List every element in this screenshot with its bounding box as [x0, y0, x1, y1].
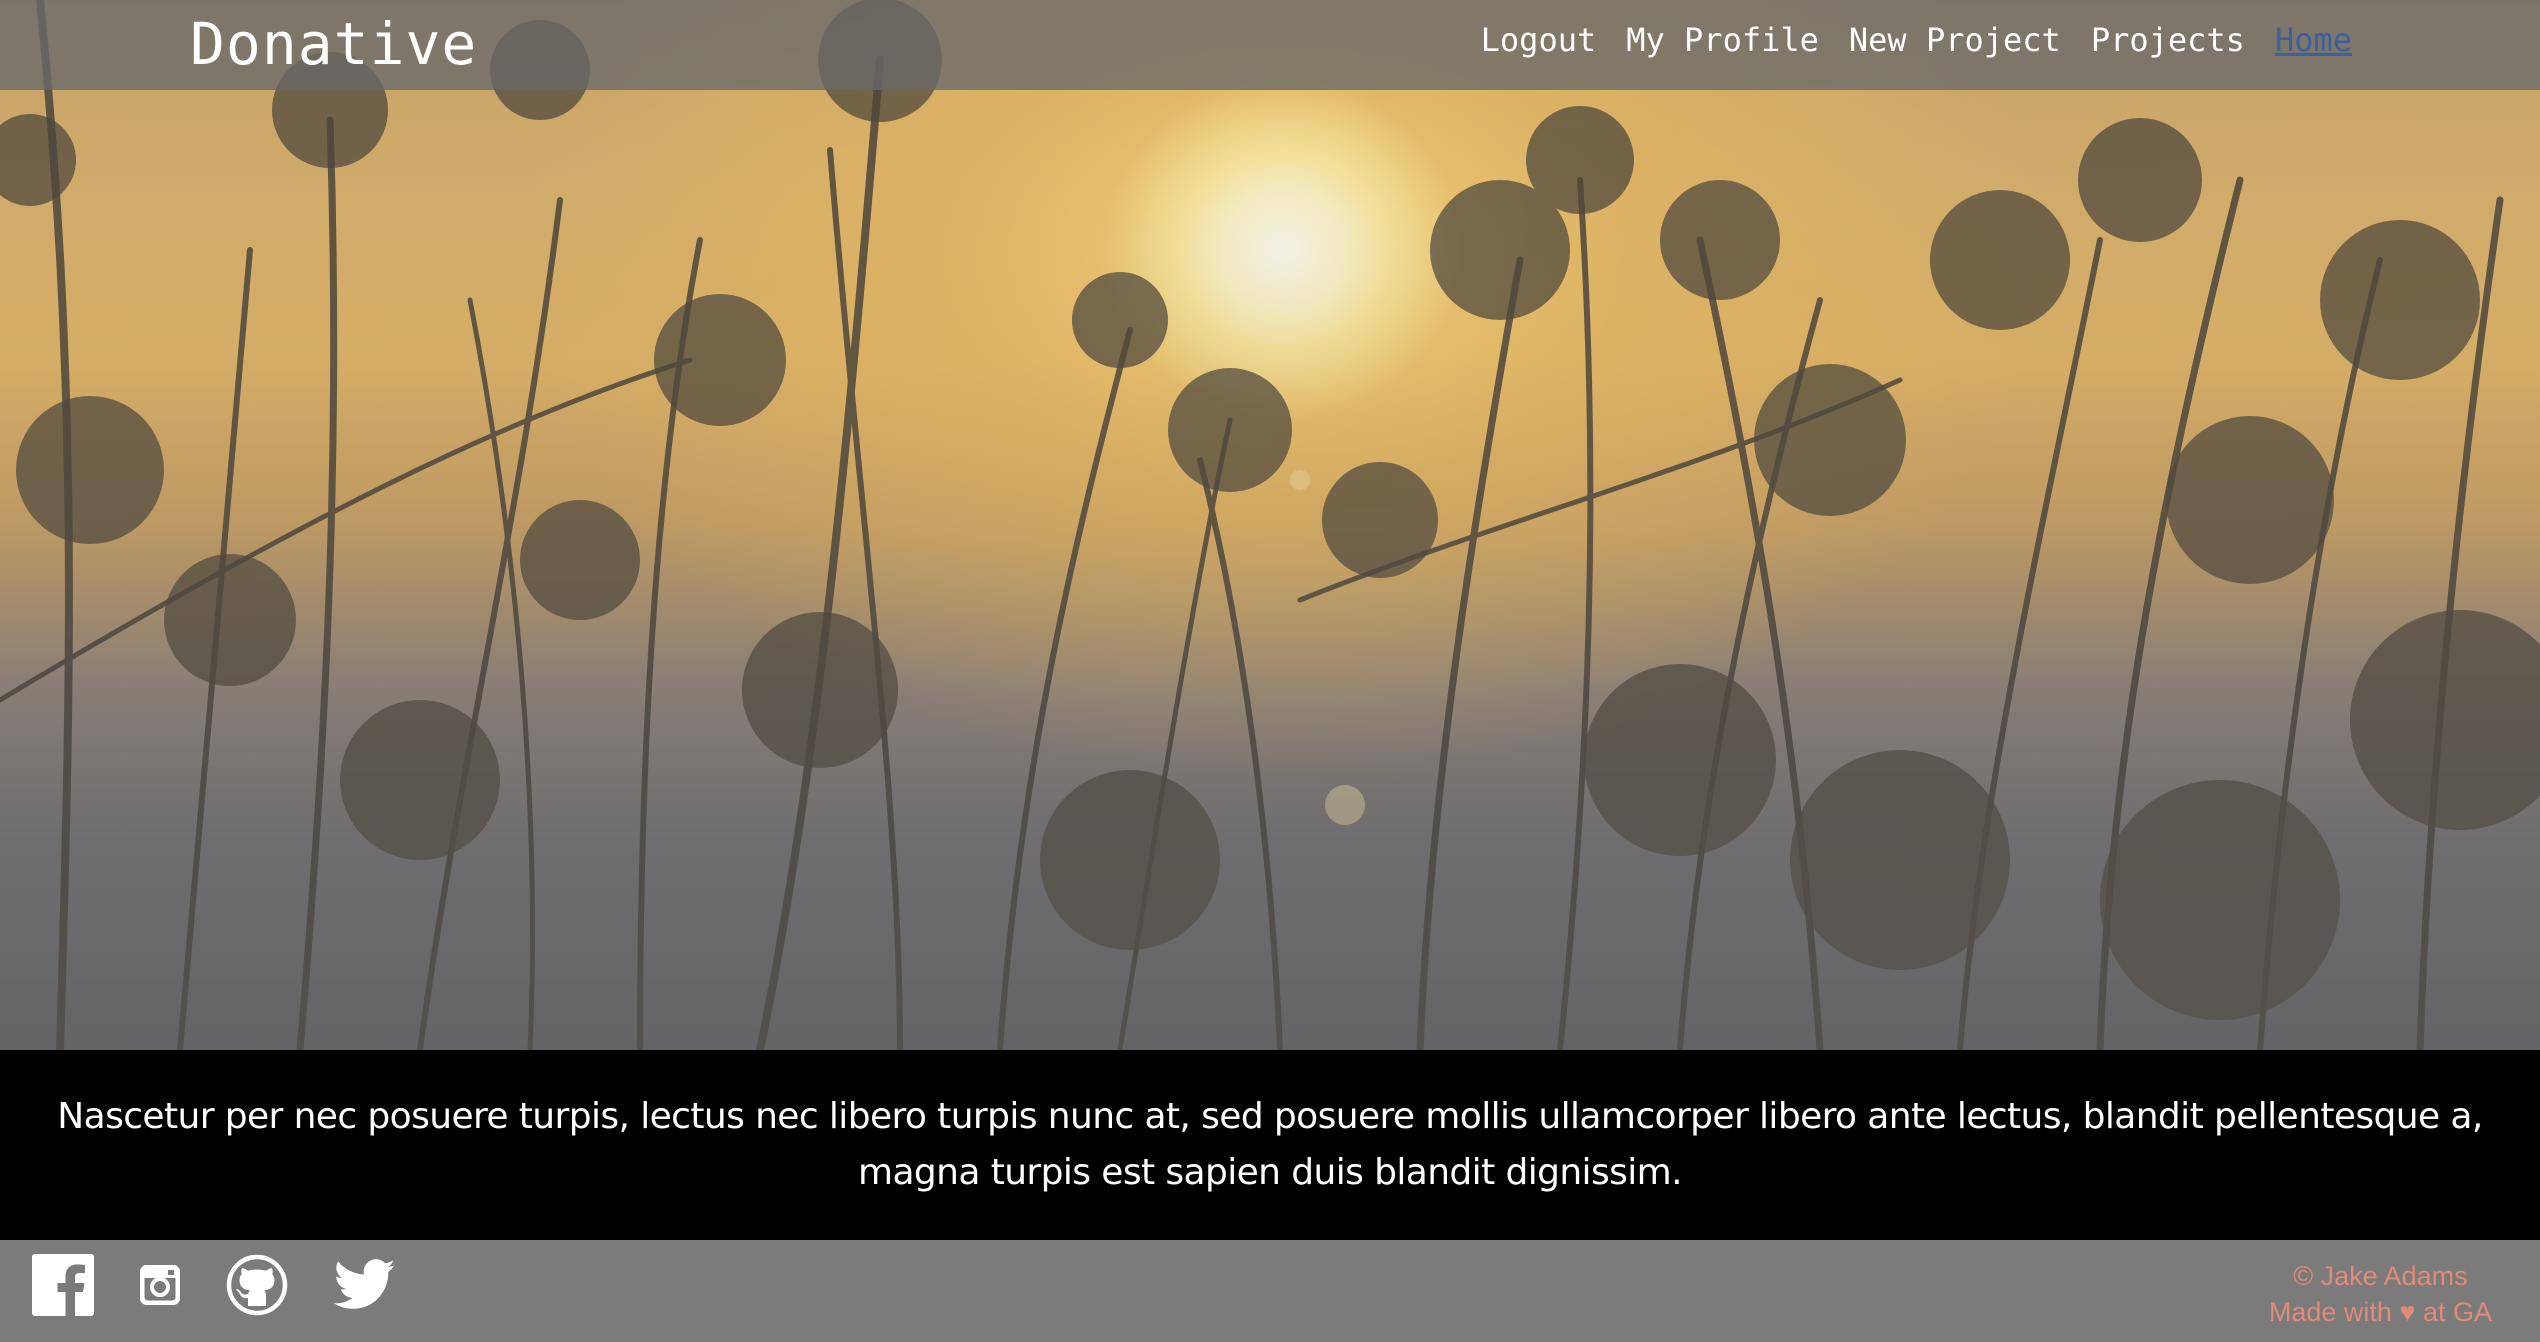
twitter-icon [334, 1259, 395, 1309]
made-with-text: Made with ♥ at GA [2268, 1297, 2492, 1327]
instagram-icon [140, 1265, 180, 1305]
social-links [32, 1254, 396, 1316]
hero-background-image [0, 0, 2540, 1050]
github-link[interactable] [226, 1254, 288, 1316]
hero-overlay [0, 0, 2540, 1050]
copyright-text: © Jake Adams [2293, 1261, 2468, 1291]
tagline-band: Nascetur per nec posuere turpis, lectus … [0, 1050, 2540, 1240]
twitter-link[interactable] [334, 1259, 396, 1311]
github-icon [226, 1254, 288, 1316]
footer: © Jake Adams Made with ♥ at GA [0, 1240, 2540, 1342]
navbar: Donative Logout My Profile New Project P… [0, 0, 2540, 90]
brand-logo-link[interactable]: Donative [190, 10, 477, 78]
nav-link-new-project[interactable]: New Project [1849, 20, 2061, 60]
facebook-icon [32, 1254, 94, 1316]
facebook-link[interactable] [32, 1254, 94, 1316]
nav-link-projects[interactable]: Projects [2091, 20, 2245, 60]
tagline-text: Nascetur per nec posuere turpis, lectus … [57, 1096, 2483, 1193]
nav-link-my-profile[interactable]: My Profile [1626, 20, 1819, 60]
nav-link-home[interactable]: Home [2275, 20, 2352, 60]
page: Donative Logout My Profile New Project P… [0, 0, 2540, 1342]
footer-credits: © Jake Adams Made with ♥ at GA [2269, 1258, 2492, 1330]
nav-link-logout[interactable]: Logout [1481, 20, 1597, 60]
nav-links: Logout My Profile New Project Projects H… [1481, 20, 2352, 60]
instagram-link[interactable] [140, 1265, 180, 1305]
